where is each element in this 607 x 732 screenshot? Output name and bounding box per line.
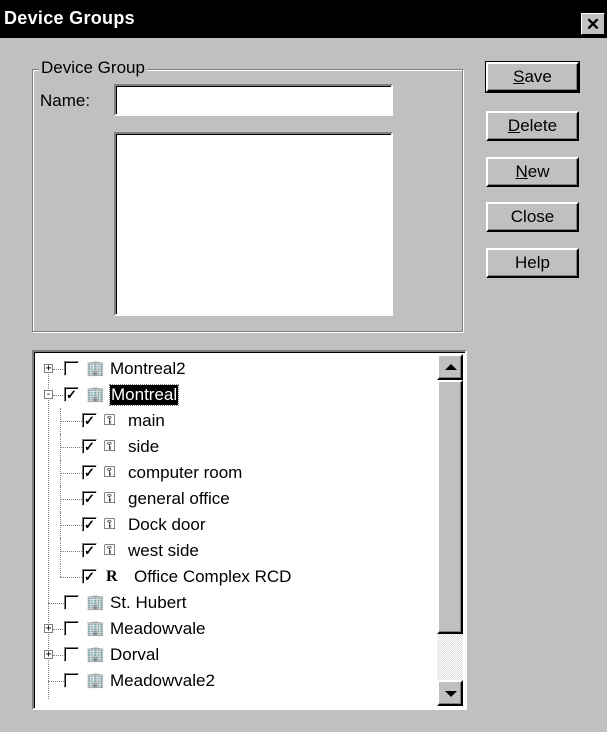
- tree-vertical-scrollbar[interactable]: [437, 354, 463, 706]
- tree-item-checkbox[interactable]: ✓: [82, 517, 97, 532]
- rcd-icon: R: [106, 568, 118, 585]
- new-button-label: New: [515, 162, 550, 181]
- tree-item[interactable]: ✓ ⚿ west side: [34, 538, 434, 564]
- close-icon: ✕: [585, 14, 601, 34]
- key-icon: ⚿: [104, 516, 116, 533]
- tree-item[interactable]: ✓ ⚿ Dock door: [34, 512, 434, 538]
- arrow-up-icon: [445, 364, 457, 370]
- building-icon: 🏢: [86, 360, 105, 377]
- tree-item[interactable]: ✓ ⚿ main: [34, 408, 434, 434]
- save-button[interactable]: Save: [485, 61, 580, 93]
- tree-item-checkbox[interactable]: ✓: [82, 439, 97, 454]
- tree-item-label: St. Hubert: [110, 593, 187, 612]
- tree-item[interactable]: ✓ ⚿ side: [34, 434, 434, 460]
- tree-item[interactable]: ✓ ⚿ computer room: [34, 460, 434, 486]
- device-group-legend: Device Group: [39, 58, 147, 78]
- scrollbar-thumb[interactable]: [437, 380, 463, 634]
- tree-connector: [48, 681, 64, 682]
- building-icon: 🏢: [86, 672, 105, 689]
- close-button[interactable]: Close: [486, 202, 579, 232]
- tree-connector: [53, 629, 63, 630]
- tree-item[interactable]: - ✓ 🏢 Montreal: [34, 382, 434, 408]
- tree-connector: [53, 369, 63, 370]
- key-icon: ⚿: [104, 412, 116, 429]
- tree-item-checkbox[interactable]: ✓: [64, 387, 79, 402]
- tree-item-label: Office Complex RCD: [134, 567, 292, 586]
- expand-icon[interactable]: +: [44, 649, 53, 659]
- name-label: Name:: [40, 91, 91, 110]
- close-window-button[interactable]: ✕: [581, 13, 605, 35]
- scroll-down-button[interactable]: [437, 680, 463, 706]
- tree-item-checkbox[interactable]: [64, 621, 79, 636]
- name-input[interactable]: [114, 84, 393, 116]
- close-button-label: Close: [510, 207, 555, 226]
- collapse-icon[interactable]: -: [44, 389, 53, 399]
- arrow-down-icon: [445, 691, 457, 697]
- tree-connector: [60, 564, 61, 577]
- tree-item-label: Meadowvale2: [110, 671, 215, 690]
- tree-connector: [60, 421, 82, 422]
- tree-item-label: general office: [128, 489, 230, 508]
- device-groups-window: Device Groups ✕ Device Group Name: Save …: [0, 0, 607, 732]
- tree-item-label: west side: [128, 541, 199, 560]
- tree-item-checkbox[interactable]: ✓: [82, 569, 97, 584]
- tree-item[interactable]: + 🏢 Dorval: [34, 642, 434, 668]
- tree-connector: [48, 603, 64, 604]
- tree-item[interactable]: ✓ ⚿ general office: [34, 486, 434, 512]
- tree-item-checkbox[interactable]: ✓: [82, 491, 97, 506]
- building-icon: 🏢: [86, 620, 105, 637]
- tree-item-label: Dorval: [110, 645, 160, 664]
- tree-connector: [60, 447, 82, 448]
- tree-item[interactable]: ✓ R Office Complex RCD: [34, 564, 434, 590]
- tree-item-label: Montreal: [108, 384, 180, 406]
- key-icon: ⚿: [104, 490, 116, 507]
- building-icon: 🏢: [86, 594, 105, 611]
- save-button-label: Save: [513, 67, 552, 86]
- device-tree[interactable]: + 🏢 Montreal2- ✓ 🏢 Montreal ✓ ⚿ main ✓ ⚿ side ✓ ⚿ comp…: [32, 350, 467, 710]
- tree-connector: [60, 551, 82, 552]
- tree-connector: [60, 473, 82, 474]
- tree-item[interactable]: 🏢 St. Hubert: [34, 590, 434, 616]
- tree-item-label: Montreal2: [110, 359, 186, 378]
- tree-item-label: main: [128, 411, 165, 430]
- expand-icon[interactable]: +: [44, 623, 53, 633]
- tree-item-checkbox[interactable]: [64, 673, 79, 688]
- tree-item[interactable]: + 🏢 Meadowvale: [34, 616, 434, 642]
- title-bar[interactable]: Device Groups ✕: [0, 0, 607, 38]
- description-textarea[interactable]: [114, 132, 393, 316]
- tree-item-checkbox[interactable]: [64, 595, 79, 610]
- help-button-label: Help: [515, 253, 550, 272]
- building-icon: 🏢: [86, 646, 105, 663]
- tree-item[interactable]: 🏢 Meadowvale2: [34, 668, 434, 694]
- tree-item-checkbox[interactable]: ✓: [82, 465, 97, 480]
- tree-item-label: side: [128, 437, 160, 456]
- tree-connector: [53, 395, 63, 396]
- building-icon: 🏢: [86, 386, 105, 403]
- new-button[interactable]: New: [486, 157, 579, 187]
- delete-button[interactable]: Delete: [486, 111, 579, 141]
- tree-connector: [53, 655, 63, 656]
- key-icon: ⚿: [104, 438, 116, 455]
- tree-connector: [60, 577, 82, 578]
- tree-item-checkbox[interactable]: ✓: [82, 413, 97, 428]
- scroll-up-button[interactable]: [437, 354, 463, 380]
- tree-item-checkbox[interactable]: [64, 647, 79, 662]
- tree-item-checkbox[interactable]: [64, 361, 79, 376]
- key-icon: ⚿: [104, 464, 116, 481]
- tree-item-label: Dock door: [128, 515, 206, 534]
- tree-item-checkbox[interactable]: ✓: [82, 543, 97, 558]
- window-title: Device Groups: [4, 8, 135, 28]
- tree-connector: [60, 525, 82, 526]
- delete-button-label: Delete: [507, 116, 558, 135]
- tree-items: + 🏢 Montreal2- ✓ 🏢 Montreal ✓ ⚿ main ✓ ⚿ side ✓ ⚿ comp…: [34, 352, 441, 708]
- tree-item[interactable]: + 🏢 Montreal2: [34, 356, 434, 382]
- expand-icon[interactable]: +: [44, 363, 53, 373]
- tree-item-label: Meadowvale: [110, 619, 206, 638]
- tree-item-label: computer room: [128, 463, 243, 482]
- tree-connector: [60, 499, 82, 500]
- key-icon: ⚿: [104, 542, 116, 559]
- help-button[interactable]: Help: [486, 248, 579, 278]
